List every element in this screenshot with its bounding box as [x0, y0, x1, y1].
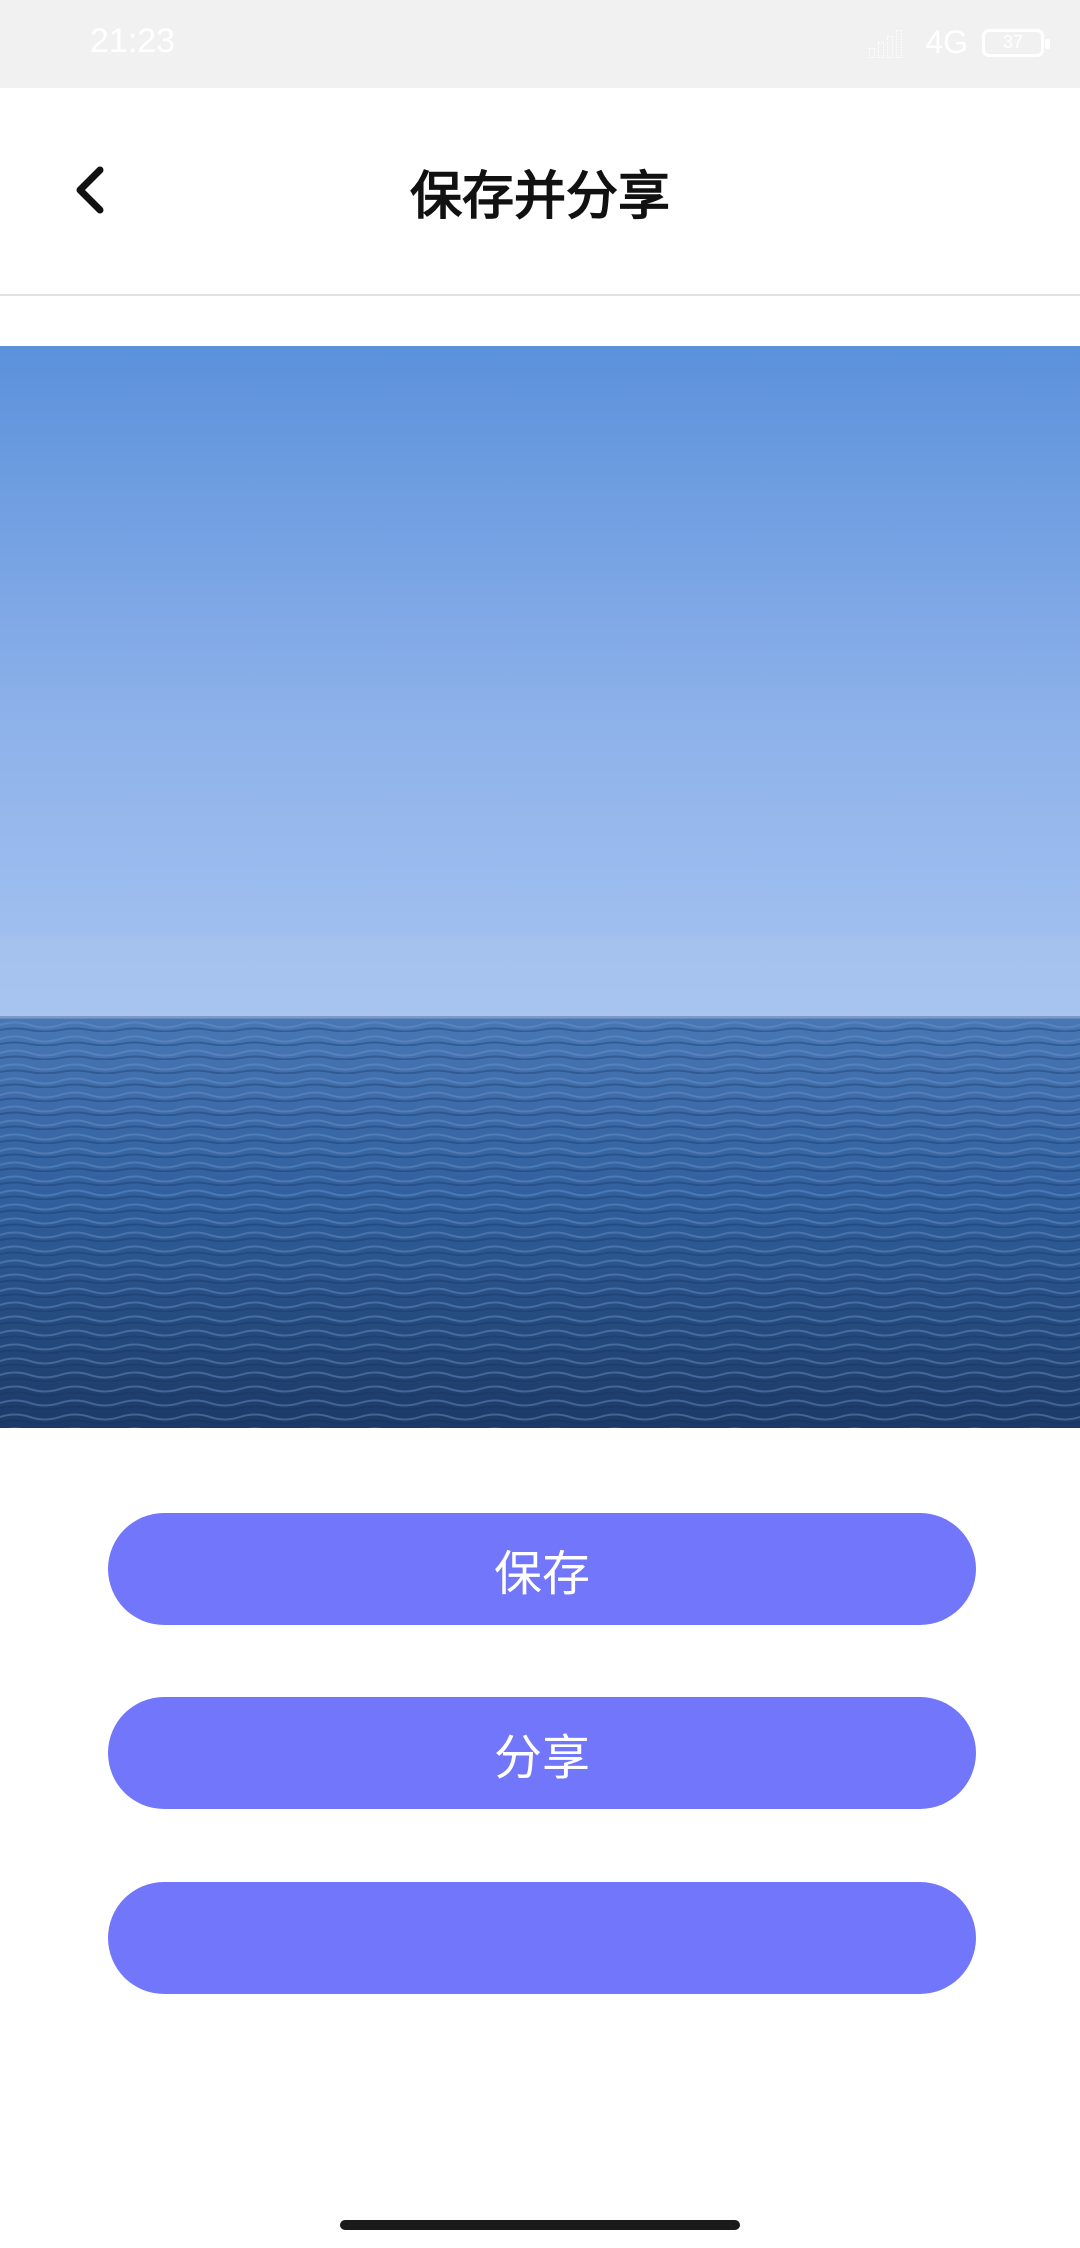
preview-image-art [0, 346, 1080, 1428]
battery-icon: 37 [982, 28, 1050, 57]
status-indicators: 4G 37 [869, 24, 1050, 61]
battery-level: 37 [1002, 32, 1024, 52]
status-time: 21:23 [90, 22, 176, 60]
app-header: 保存并分享 [0, 88, 1080, 296]
home-indicator[interactable] [340, 2220, 740, 2230]
save-share-screen: 21:23 4G 37 保存并分享 保存 分享 [0, 0, 1080, 2248]
save-button[interactable]: 保存 [108, 1513, 976, 1625]
ocean-horizon-image [0, 346, 1080, 1428]
signal-icon [869, 28, 911, 58]
third-action-button[interactable] [108, 1882, 976, 1994]
share-button[interactable]: 分享 [108, 1697, 976, 1809]
network-type: 4G [925, 24, 968, 60]
page-title: 保存并分享 [409, 167, 670, 227]
status-bar: 21:23 4G 37 [0, 0, 1080, 88]
